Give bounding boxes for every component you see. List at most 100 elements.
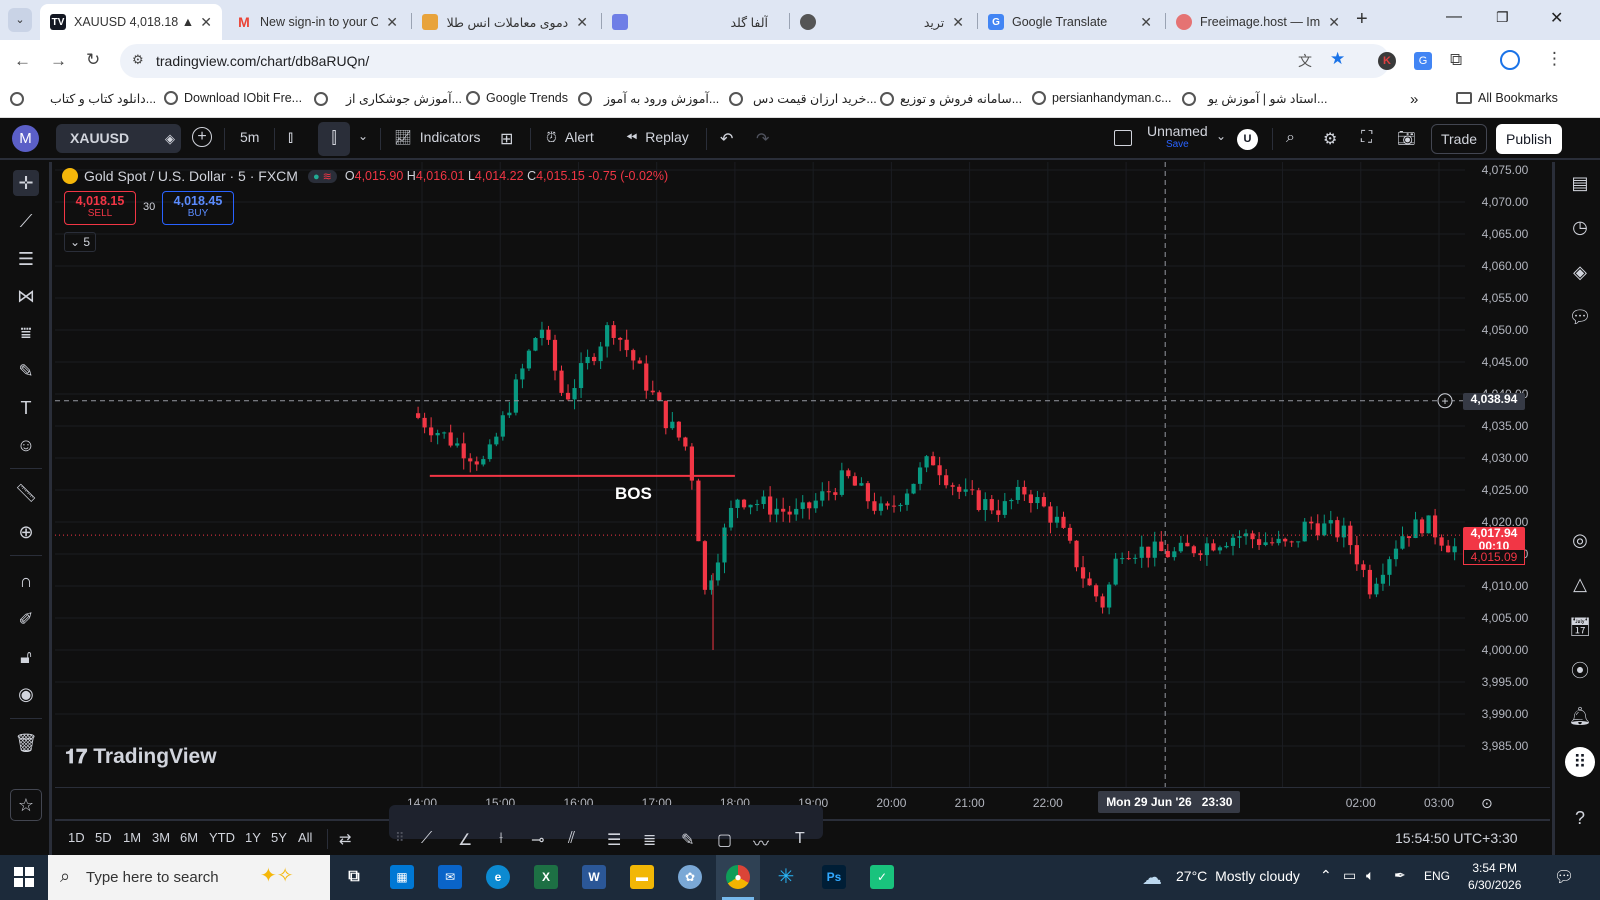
bookmarks-overflow-icon[interactable]: » bbox=[1410, 91, 1418, 108]
bookmark-item[interactable]: persianhandyman.c... bbox=[1032, 91, 1172, 105]
translate-page-icon[interactable]: 文 bbox=[1298, 51, 1312, 71]
notification-center-icon[interactable]: 💬︎ bbox=[1554, 867, 1574, 887]
quick-fib-extension-icon[interactable]: ≣ bbox=[643, 830, 656, 850]
file-explorer-icon[interactable]: ▬ bbox=[630, 865, 654, 889]
new-tab-button[interactable]: + bbox=[1356, 8, 1368, 31]
trade-button[interactable]: Trade bbox=[1431, 124, 1487, 154]
tab-xauusd[interactable]: TV XAUUSD 4,018.18 ▲ +0 ✕ bbox=[40, 4, 222, 40]
calendar-icon[interactable]: 📅︎ bbox=[1567, 614, 1593, 640]
edge-browser-icon[interactable]: e bbox=[486, 865, 510, 889]
user-badge[interactable]: U bbox=[1237, 129, 1258, 150]
site-info-icon[interactable]: ⚙ bbox=[132, 52, 144, 68]
emoji-icon[interactable]: ☺ bbox=[13, 432, 39, 458]
range-1m[interactable]: 1M bbox=[123, 830, 141, 845]
reload-icon[interactable]: ↻ bbox=[86, 50, 100, 70]
notifications-bell-icon[interactable]: 🔔︎ bbox=[1567, 703, 1593, 729]
bar-style-icon[interactable]: ⫾ bbox=[288, 129, 293, 147]
lock-drawings-icon[interactable]: 🔓︎ bbox=[13, 644, 39, 670]
tab-search-button[interactable]: ⌄ bbox=[8, 8, 32, 32]
go-to-date-icon[interactable]: ⇄ bbox=[339, 830, 352, 848]
quick-horizontal-ray-icon[interactable]: ⊸ bbox=[531, 830, 544, 850]
vpn-shield-icon[interactable]: ✓ bbox=[870, 865, 894, 889]
all-bookmarks-folder[interactable]: All Bookmarks bbox=[1456, 91, 1558, 105]
volume-icon[interactable]: 🔈︎ bbox=[1366, 867, 1374, 884]
trend-line-icon[interactable]: ⟋ bbox=[13, 208, 39, 234]
range-ytd[interactable]: YTD bbox=[209, 830, 235, 845]
range-all[interactable]: All bbox=[298, 830, 312, 845]
compare-add-icon[interactable]: + bbox=[192, 127, 212, 147]
price-chart[interactable]: + bbox=[55, 162, 1465, 787]
market-status-badge[interactable]: ● ≋ bbox=[307, 169, 337, 183]
extensions-puzzle-icon[interactable]: ⧉ bbox=[1450, 50, 1462, 70]
alerts-clock-icon[interactable]: ◷ bbox=[1567, 214, 1593, 240]
bookmark-item[interactable]: سامانه فروش و توزیع... bbox=[880, 91, 1022, 106]
range-1d[interactable]: 1D bbox=[68, 830, 85, 845]
ideas-icon[interactable]: △ bbox=[1567, 571, 1593, 597]
interval-button[interactable]: 5m bbox=[240, 129, 259, 145]
close-tab-icon[interactable]: ✕ bbox=[200, 14, 212, 31]
minimize-window-icon[interactable]: — bbox=[1446, 8, 1462, 26]
close-tab-icon[interactable]: ✕ bbox=[1328, 14, 1340, 31]
trash-icon[interactable]: 🗑︎ bbox=[13, 730, 39, 756]
bookmark-item[interactable]: آموزش ورود به آموز... bbox=[578, 91, 719, 106]
indicators-button[interactable]: 📈︎ Indicators bbox=[394, 129, 480, 146]
quick-vertical-line-icon[interactable]: ⟊ bbox=[499, 830, 503, 848]
tab-gmail[interactable]: M New sign-in to your Op ✕ bbox=[226, 4, 408, 40]
bookmark-item[interactable]: خرید ارزان قیمت دس... bbox=[729, 91, 877, 106]
tab-trade[interactable]: ترید ✕ bbox=[790, 4, 974, 40]
paint-icon[interactable]: ✿ bbox=[678, 865, 702, 889]
photoshop-icon[interactable]: Ps bbox=[822, 865, 846, 889]
quick-search-icon[interactable]: ⌕ bbox=[1286, 129, 1295, 147]
zoom-in-icon[interactable]: ⊕ bbox=[13, 519, 39, 545]
range-5y[interactable]: 5Y bbox=[271, 830, 287, 845]
settings-gear-icon[interactable]: ⚙ bbox=[1323, 129, 1337, 149]
profile-k-avatar[interactable]: K bbox=[1378, 52, 1396, 70]
favorites-star-icon[interactable]: ☆ bbox=[10, 789, 42, 821]
tab-freeimage[interactable]: Freeimage.host — Ima ✕ bbox=[1166, 4, 1350, 40]
url-field[interactable]: ⚙ tradingview.com/chart/db8aRUQn/ 文 ★ bbox=[120, 44, 1390, 78]
tab-google-translate[interactable]: G Google Translate ✕ bbox=[978, 4, 1162, 40]
crosshair-cursor-icon[interactable]: ✛ bbox=[13, 170, 39, 196]
chart-pane[interactable]: + BOS 𝟏𝟕 TradingView bbox=[55, 162, 1465, 787]
range-5d[interactable]: 5D bbox=[95, 830, 112, 845]
word-icon[interactable]: W bbox=[582, 865, 606, 889]
quick-brush-icon[interactable]: ✎ bbox=[681, 830, 694, 850]
close-tab-icon[interactable]: ✕ bbox=[1140, 14, 1152, 31]
weather-widget[interactable]: 27°C Mostly cloudy bbox=[1176, 868, 1300, 884]
streams-icon[interactable]: ⦿ bbox=[1567, 658, 1593, 684]
range-3m[interactable]: 3M bbox=[152, 830, 170, 845]
chat-icon[interactable]: 💬︎ bbox=[1567, 304, 1593, 330]
input-language[interactable]: ENG bbox=[1424, 869, 1450, 883]
snapshot-camera-icon[interactable]: 📷︎ bbox=[1397, 129, 1416, 147]
close-tab-icon[interactable]: ✕ bbox=[952, 14, 964, 31]
candles-style-icon[interactable]: ⫿ bbox=[318, 122, 350, 156]
redo-icon[interactable]: ↷ bbox=[756, 129, 769, 149]
indicator-collapse-button[interactable]: ⌄ 5 bbox=[64, 232, 96, 252]
user-avatar[interactable]: M bbox=[12, 125, 39, 152]
taskbar-search-input[interactable]: ⌕ Type here to search ✦✧ bbox=[48, 855, 330, 900]
pattern-tool-icon[interactable]: ⋈ bbox=[13, 283, 39, 309]
magnet-icon[interactable]: ∩ bbox=[13, 568, 39, 594]
bookmark-item[interactable]: استاد شو | آموزش یو... bbox=[1182, 91, 1327, 106]
network-icon[interactable]: ▭ bbox=[1343, 867, 1356, 884]
chrome-icon[interactable]: ● bbox=[726, 865, 750, 889]
close-tab-icon[interactable]: ✕ bbox=[386, 14, 398, 31]
tab-alpha-gold[interactable]: آلفا گلد bbox=[602, 4, 786, 40]
translate-extension-icon[interactable]: G bbox=[1414, 52, 1432, 70]
tab-gold-demo[interactable]: دموی معاملات انس طلا ✕ bbox=[412, 4, 598, 40]
help-icon[interactable]: ? bbox=[1567, 805, 1593, 831]
tray-chevron-icon[interactable]: ⌃ bbox=[1320, 867, 1332, 884]
quick-path-icon[interactable]: 〰 bbox=[753, 830, 769, 854]
app-asterisk-icon[interactable]: ✳ bbox=[774, 865, 798, 889]
drag-handle-icon[interactable]: ⠿ bbox=[395, 830, 405, 846]
replay-button[interactable]: ⏪︎ Replay bbox=[626, 129, 689, 146]
symbol-lock-icon[interactable]: ◈ bbox=[165, 124, 175, 153]
undo-icon[interactable]: ↶ bbox=[720, 129, 733, 149]
target-icon[interactable]: ◎ bbox=[1567, 527, 1593, 553]
watchlist-icon[interactable]: ▤ bbox=[1567, 170, 1593, 196]
publish-button[interactable]: Publish bbox=[1496, 124, 1562, 154]
buy-button[interactable]: 4,018.45 BUY bbox=[162, 191, 234, 225]
quick-parallel-channel-icon[interactable]: ⫽ bbox=[568, 830, 575, 848]
utc-clock[interactable]: 15:54:50 UTC+3:30 bbox=[1395, 830, 1518, 846]
range-1y[interactable]: 1Y bbox=[245, 830, 261, 845]
